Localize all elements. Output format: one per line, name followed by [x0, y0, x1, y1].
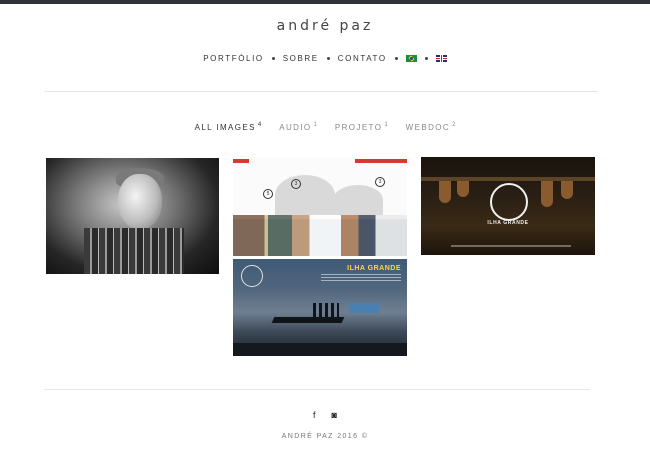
social-links: f ◙: [0, 410, 650, 420]
instagram-icon[interactable]: ◙: [332, 410, 337, 420]
header-tag: [233, 159, 249, 163]
filter-projeto[interactable]: PROJETO 1: [335, 122, 388, 132]
map-marker: 3: [375, 177, 385, 187]
facebook-icon[interactable]: f: [313, 410, 316, 420]
hanging-pot: [561, 181, 573, 199]
pier: [271, 317, 345, 323]
nav-item-sobre[interactable]: SOBRE: [283, 54, 319, 63]
footer-divider: [44, 389, 590, 390]
nav-separator: [271, 57, 275, 60]
header-divider: [44, 91, 598, 92]
flag-uk-icon[interactable]: [435, 55, 447, 62]
filter-audio[interactable]: AUDIO 1: [279, 122, 317, 132]
portfolio-item-portrait[interactable]: [46, 158, 219, 274]
portrait-shirt: [84, 228, 184, 274]
portrait-face: [118, 174, 162, 230]
mountain-drawing: [333, 185, 383, 215]
portfolio-filters: ALL IMAGES 4 AUDIO 1 PROJETO 1 WEBDOC 2: [0, 122, 650, 132]
flag-br-icon[interactable]: [405, 55, 417, 62]
silhouettes: [313, 303, 339, 317]
filter-webdoc[interactable]: WEBDOC 2: [406, 122, 456, 132]
documentary-logo-icon: [241, 265, 263, 287]
hanging-pot: [457, 181, 469, 197]
badge-title: ILHA GRANDE: [487, 220, 529, 226]
portfolio-item-ilha-grande[interactable]: ILHA GRANDE: [233, 259, 407, 356]
video-progress-bar: [451, 245, 571, 247]
mountain-drawing: [275, 175, 335, 215]
header-tag: [355, 159, 407, 163]
tile-footer-logos: [233, 343, 407, 356]
enter-button[interactable]: [349, 303, 379, 313]
copyright-text: ANDRÉ PAZ 2016 ©: [281, 433, 369, 440]
ilha-grande-badge-icon: [490, 183, 528, 221]
hanging-pot: [439, 181, 451, 203]
nav-item-contato[interactable]: CONTATO: [338, 54, 387, 63]
filter-all-images[interactable]: ALL IMAGES 4: [195, 122, 262, 132]
nav-item-portfolio[interactable]: PORTFÓLIO: [203, 54, 263, 63]
portfolio-item-kitchen-webdoc[interactable]: ILHA GRANDE: [421, 157, 595, 255]
map-marker: 3: [291, 179, 301, 189]
nav-separator: [394, 57, 398, 60]
site-title[interactable]: andré paz: [0, 18, 650, 34]
nav-separator: [326, 57, 330, 60]
top-bar: [0, 0, 650, 4]
ilha-grande-subtitle-lines: [321, 274, 401, 282]
people-photo-strip: [233, 215, 407, 256]
map-marker: 5: [263, 189, 273, 199]
portfolio-item-illustrated-project[interactable]: 5 3 3: [233, 157, 407, 256]
nav-separator: [424, 57, 428, 60]
main-nav: PORTFÓLIO SOBRE CONTATO: [0, 54, 650, 63]
ilha-grande-title: ILHA GRANDE: [347, 265, 401, 272]
hanging-pot: [541, 181, 553, 207]
